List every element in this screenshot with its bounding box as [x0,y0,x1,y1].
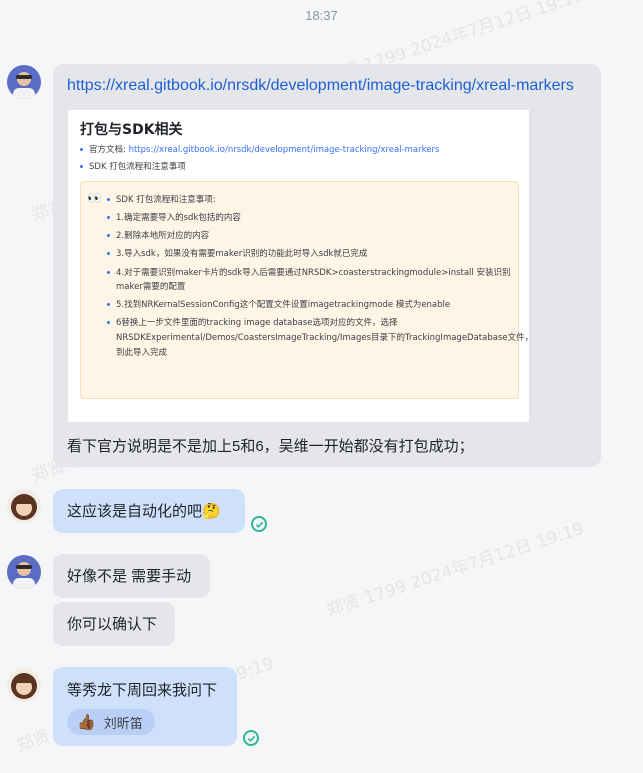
doc-title: 打包与SDK相关 [80,122,183,138]
message-text: 好像不是 需要手动 [67,568,192,585]
callout-item: SDK 打包流程和注意事项: [107,193,216,205]
callout-block: 👀 SDK 打包流程和注意事项: 1.确定需要导入的sdk包括的内容 2.删除本… [80,181,533,399]
callout-item: 2.删除本地所对应的内容 [107,229,209,241]
message-link[interactable]: https://xreal.gitbook.io/nrsdk/developme… [67,77,574,95]
message-text: 等秀龙下周回来我问下 [67,682,218,699]
callout-item-cont: NRSDKExperimental/Demos/CoastersImageTra… [116,333,534,343]
doc-list-item-text: SDK 打包流程和注意事项 [89,162,186,172]
callout-item-cont: 到此导入完成 [116,348,168,358]
message-text: 这应该是自动化的吧🤔 [67,503,221,520]
message-text: 你可以确认下 [67,616,158,633]
thumbs-up-icon: 👍🏾 [77,714,96,731]
eyes-emoji-icon: 👀 [87,191,102,205]
callout-item: 5.找到NRKernalSessionConfig这个配置文件设置imagetr… [107,298,450,310]
callout-item: 3.导入sdk，如果没有需要maker识别的功能此时导入sdk就已完成 [107,247,367,259]
avatar[interactable] [7,489,41,523]
avatar[interactable] [7,668,41,702]
message-timestamp: 18:37 [305,8,338,23]
reaction-chip[interactable]: 👍🏾 刘昕笛 [67,709,155,735]
watermark: 郑贤 1799 2024年7月12日 19:19 [324,518,587,621]
doc-preview-card[interactable]: 打包与SDK相关 官方文档: https://xreal.gitbook.io/… [67,109,533,423]
avatar[interactable] [7,65,41,99]
doc-link[interactable]: https://xreal.gitbook.io/nrsdk/developme… [129,145,440,155]
read-check-icon [243,730,259,746]
callout-item: 1.确定需要导入的sdk包括的内容 [107,211,241,223]
message-text: 看下官方说明是不是加上5和6，吴维一开始都没有打包成功； [67,438,474,455]
read-check-icon [251,516,267,532]
doc-list-item: SDK 打包流程和注意事项 [80,160,186,172]
avatar[interactable] [7,555,41,589]
callout-item-cont: maker需要的配置 [116,282,186,292]
doc-label: 官方文档: [89,145,126,155]
callout-item: 6替换上一步文件里面的tracking image database选项对应的文… [107,316,397,328]
doc-link-line: 官方文档: https://xreal.gitbook.io/nrsdk/dev… [80,143,439,155]
callout-item: 4.对于需要识别maker卡片的sdk导入后需要通过NRSDK>coasters… [107,266,510,278]
reaction-user: 刘昕笛 [103,715,143,731]
